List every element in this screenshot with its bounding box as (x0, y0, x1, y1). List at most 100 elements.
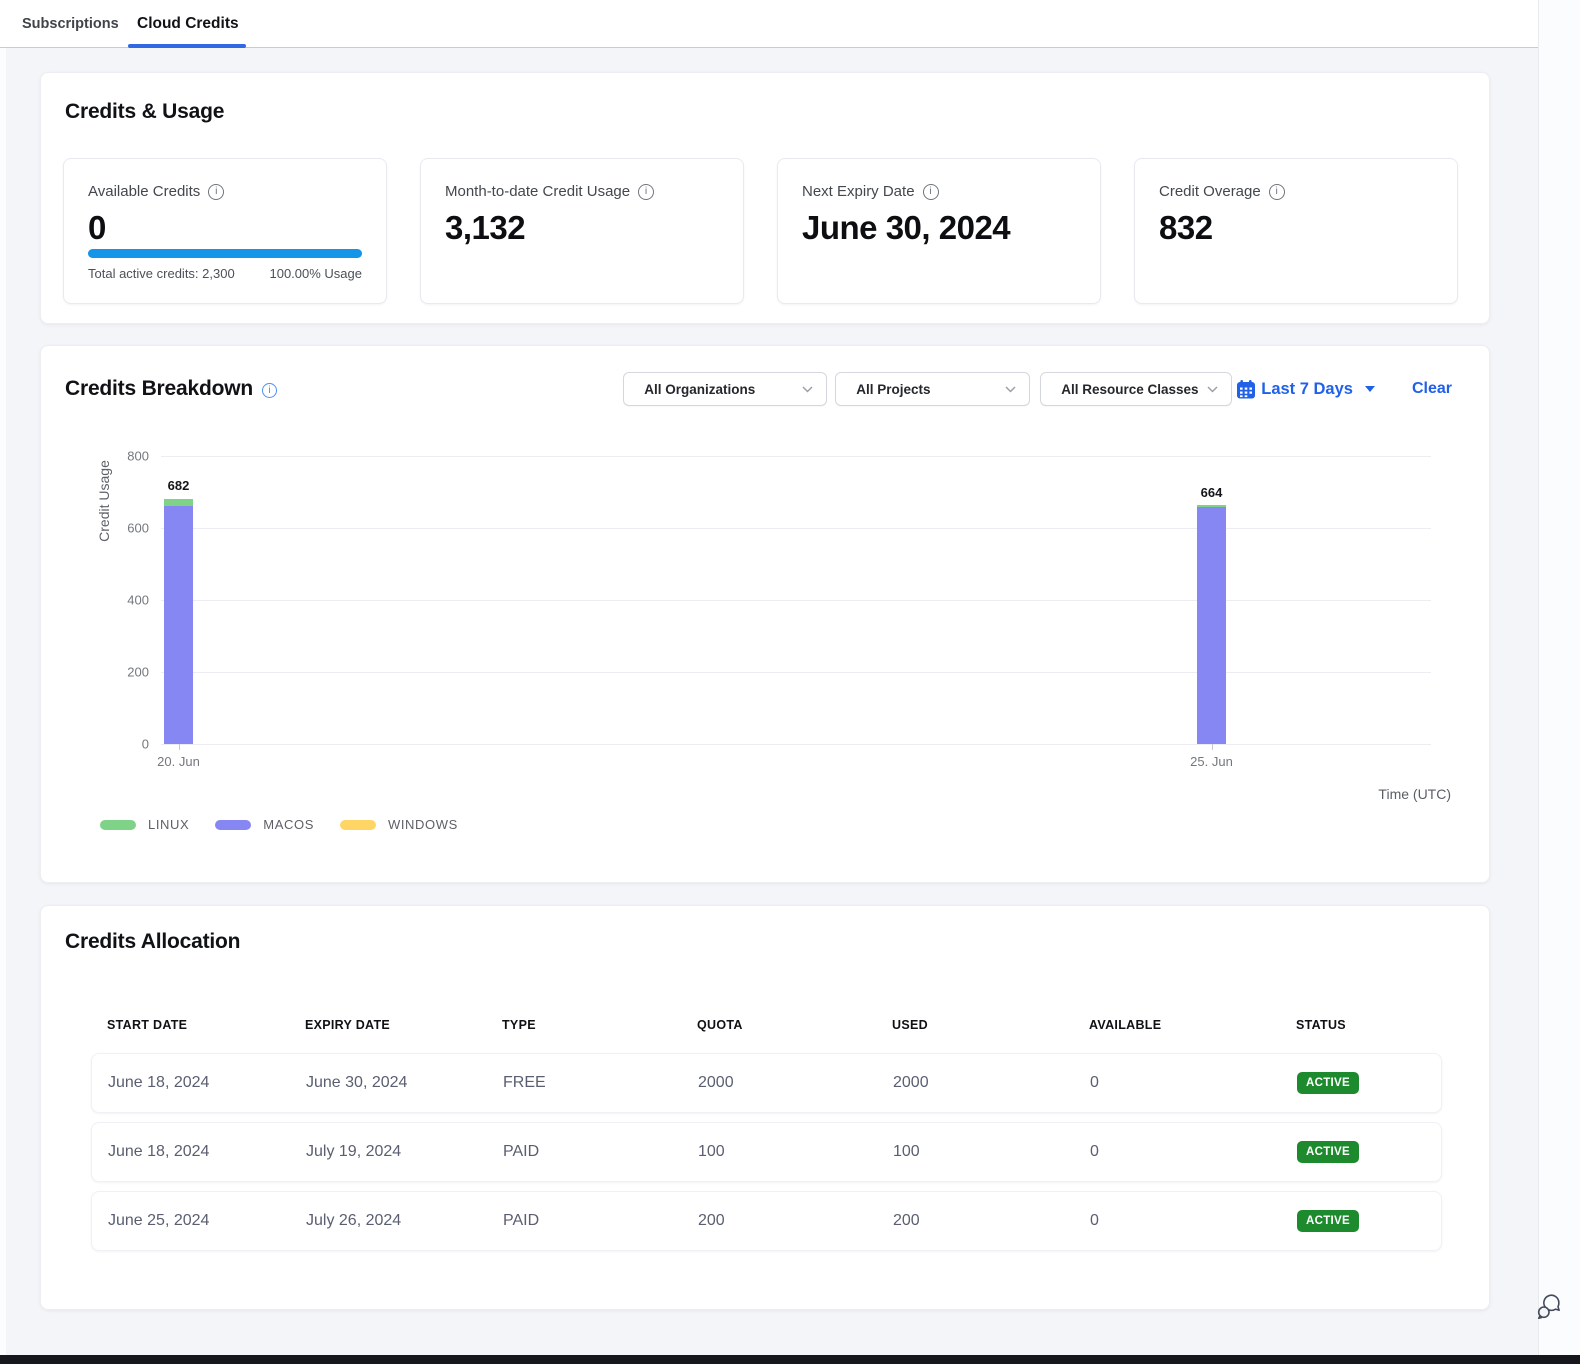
legend-swatch (100, 820, 136, 830)
chart-x-axis-label: Time (UTC) (1378, 786, 1451, 802)
available-credits-card: Available Creditsi 0 Total active credit… (63, 158, 387, 304)
y-tick-label: 200 (127, 665, 149, 680)
info-icon[interactable]: i (208, 184, 224, 200)
breakdown-filters: All Organizations All Projects All Resou… (623, 372, 1452, 406)
x-tick-label: 20. Jun (157, 754, 200, 769)
cell-expiry_date: July 26, 2024 (306, 1212, 503, 1230)
info-icon[interactable]: i (1269, 184, 1285, 200)
cell-type: FREE (503, 1074, 698, 1092)
cell-available: 0 (1090, 1143, 1297, 1161)
y-tick-label: 400 (127, 593, 149, 608)
bar-value-label: 664 (1201, 485, 1223, 500)
cell-available: 0 (1090, 1074, 1297, 1092)
cell-type: PAID (503, 1143, 698, 1161)
next-expiry-label: Next Expiry Datei (802, 183, 1076, 200)
clear-filters-link[interactable]: Clear (1412, 380, 1452, 398)
table-body: June 18, 2024June 30, 2024FREE200020000A… (91, 1053, 1442, 1251)
tab-bar: Subscriptions Cloud Credits (0, 0, 1538, 48)
x-tick-mark (1212, 744, 1213, 750)
organizations-select[interactable]: All Organizations (623, 372, 827, 406)
credits-breakdown-title: Credits Breakdown (65, 377, 253, 401)
support-chat-icon[interactable] (1534, 1292, 1564, 1322)
cell-expiry_date: July 19, 2024 (306, 1143, 503, 1161)
mtd-usage-label: Month-to-date Credit Usagei (445, 183, 719, 200)
active-tab-indicator (128, 44, 246, 48)
bar-25. Jun[interactable] (1197, 505, 1226, 744)
table-header-row: START DATEEXPIRY DATETYPEQUOTAUSEDAVAILA… (91, 1001, 1442, 1049)
credit-overage-value: 832 (1159, 209, 1433, 247)
gridline (161, 528, 1431, 529)
credits-allocation-title: Credits Allocation (65, 930, 240, 954)
legend-label: LINUX (148, 817, 189, 832)
tab-cloud-credits[interactable]: Cloud Credits (137, 0, 239, 47)
cell-type: PAID (503, 1212, 698, 1230)
column-header-quota: QUOTA (697, 1018, 892, 1032)
cell-quota: 200 (698, 1212, 893, 1230)
credits-usage-title: Credits & Usage (65, 100, 224, 124)
column-header-type: TYPE (502, 1018, 697, 1032)
mtd-usage-card: Month-to-date Credit Usagei 3,132 (420, 158, 744, 304)
status-badge: ACTIVE (1297, 1210, 1359, 1232)
table-row[interactable]: June 25, 2024July 26, 2024PAID2002000ACT… (91, 1191, 1442, 1251)
legend-label: MACOS (263, 817, 314, 832)
cell-status: ACTIVE (1297, 1072, 1425, 1094)
info-icon[interactable]: i (262, 383, 277, 398)
cell-used: 100 (893, 1143, 1090, 1161)
calendar-icon (1237, 380, 1255, 399)
info-icon[interactable]: i (923, 184, 939, 200)
gridline (161, 672, 1431, 673)
chevron-down-icon (1207, 386, 1218, 393)
gridline (161, 600, 1431, 601)
column-header-available: AVAILABLE (1089, 1018, 1296, 1032)
y-tick-label: 800 (127, 449, 149, 464)
date-range-picker[interactable]: Last 7 Days (1237, 380, 1375, 399)
cell-quota: 2000 (698, 1074, 893, 1092)
caret-down-icon (1365, 386, 1375, 392)
usage-percent: 100.00% Usage (269, 266, 362, 281)
table-row[interactable]: June 18, 2024June 30, 2024FREE200020000A… (91, 1053, 1442, 1113)
legend-item-linux[interactable]: LINUX (100, 817, 189, 832)
resource-classes-select[interactable]: All Resource Classes (1040, 372, 1232, 406)
credits-allocation-table: START DATEEXPIRY DATETYPEQUOTAUSEDAVAILA… (91, 1001, 1442, 1260)
cell-expiry_date: June 30, 2024 (306, 1074, 503, 1092)
cell-status: ACTIVE (1297, 1141, 1425, 1163)
chevron-down-icon (1005, 386, 1016, 393)
legend-item-windows[interactable]: WINDOWS (340, 817, 458, 832)
next-expiry-card: Next Expiry Datei June 30, 2024 (777, 158, 1101, 304)
mtd-usage-value: 3,132 (445, 209, 719, 247)
legend-item-macos[interactable]: MACOS (215, 817, 314, 832)
column-header-expiry-date: EXPIRY DATE (305, 1018, 502, 1032)
bar-20. Jun[interactable] (164, 499, 193, 745)
table-row[interactable]: June 18, 2024July 19, 2024PAID1001000ACT… (91, 1122, 1442, 1182)
total-active-credits: Total active credits: 2,300 (88, 266, 235, 281)
legend-swatch (340, 820, 376, 830)
credit-overage-label: Credit Overagei (1159, 183, 1433, 200)
available-credits-value: 0 (88, 209, 362, 247)
bar-segment-macos (1197, 507, 1226, 744)
column-header-status: STATUS (1296, 1018, 1426, 1032)
stat-cards-row: Available Creditsi 0 Total active credit… (63, 158, 1458, 304)
info-icon[interactable]: i (638, 184, 654, 200)
cell-status: ACTIVE (1297, 1210, 1425, 1232)
cell-start_date: June 25, 2024 (108, 1212, 306, 1230)
available-credits-label: Available Creditsi (88, 183, 362, 200)
cell-start_date: June 18, 2024 (108, 1143, 306, 1161)
credit-overage-card: Credit Overagei 832 (1134, 158, 1458, 304)
legend-label: WINDOWS (388, 817, 458, 832)
tab-subscriptions[interactable]: Subscriptions (22, 0, 119, 47)
credits-usage-card: Credits & Usage Available Creditsi 0 Tot… (40, 72, 1490, 324)
available-credits-footer: Total active credits: 2,300 100.00% Usag… (88, 266, 362, 281)
legend-swatch (215, 820, 251, 830)
y-tick-label: 0 (142, 737, 149, 752)
chart-y-axis-label: Credit Usage (96, 460, 112, 542)
projects-select[interactable]: All Projects (835, 372, 1030, 406)
cell-start_date: June 18, 2024 (108, 1074, 306, 1092)
credits-breakdown-card: Credits Breakdown i All Organizations Al… (40, 345, 1490, 883)
cell-available: 0 (1090, 1212, 1297, 1230)
gridline (161, 456, 1431, 457)
column-header-used: USED (892, 1018, 1089, 1032)
x-tick-label: 25. Jun (1190, 754, 1233, 769)
bar-segment-macos (164, 506, 193, 744)
x-tick-mark (179, 744, 180, 750)
cell-used: 200 (893, 1212, 1090, 1230)
